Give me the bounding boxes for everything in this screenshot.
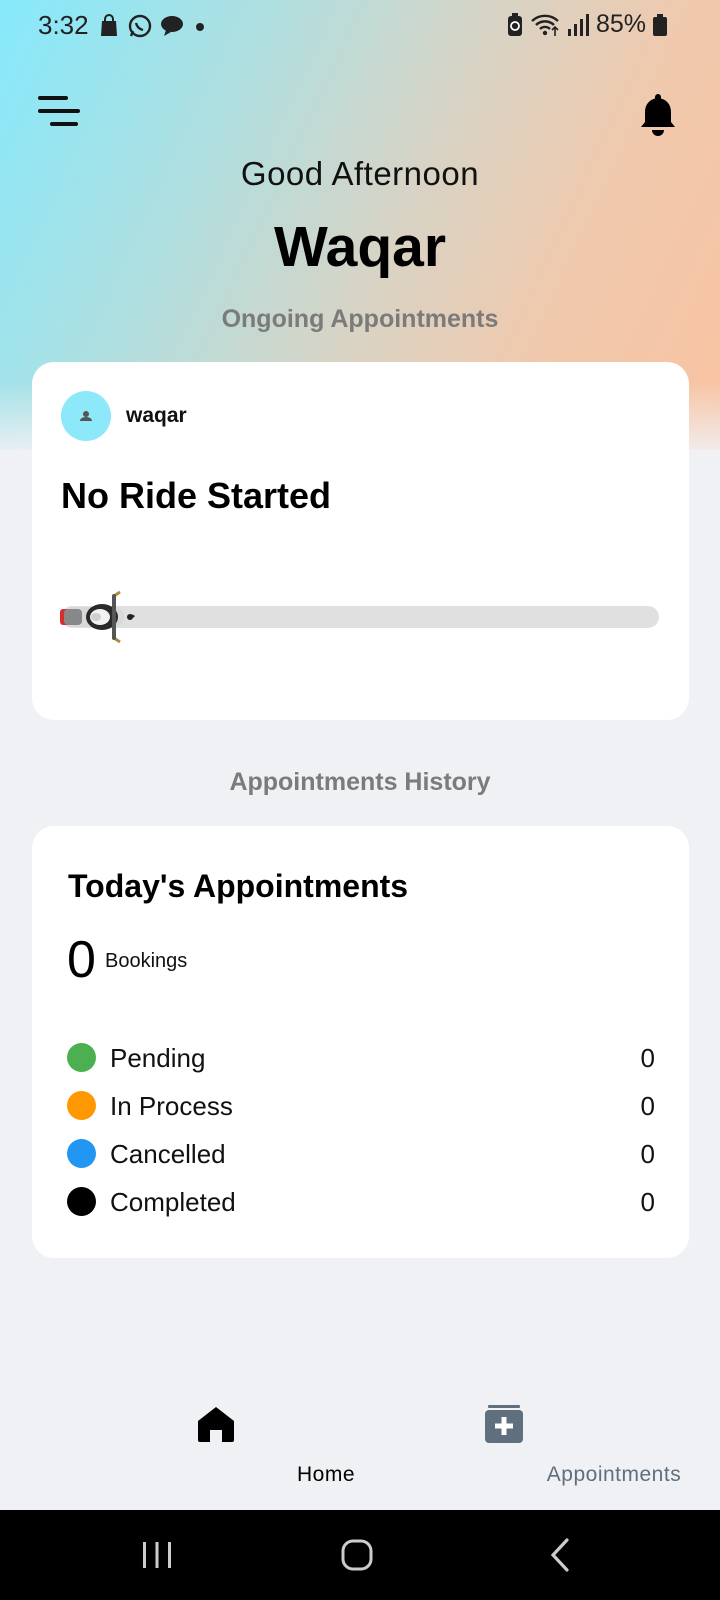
ride-status-title: No Ride Started [61,475,332,516]
completed-status-dot [67,1187,96,1216]
stat-row-pending: Pending 0 [67,1042,655,1074]
bottom-navigation: Home Appointments [0,1390,720,1510]
nav-item-appointments[interactable]: Appointments [394,1390,681,1490]
medical-box-icon [485,1405,523,1443]
chat-bubble-icon [161,16,183,36]
user-greeting-name: Waqar [273,215,447,279]
todays-appointments-card: Today's Appointments 0 Bookings Pending … [32,826,689,1258]
signal-icon [567,13,589,36]
menu-button[interactable] [38,96,80,130]
whatsapp-icon [128,14,152,38]
nav-label-appointments: Appointments [546,1463,682,1486]
menu-line-middle [38,109,80,113]
stat-value: 0 [640,1091,655,1121]
stat-label: Cancelled [110,1139,226,1169]
recent-apps-icon [143,1542,171,1568]
home-circle-icon [341,1539,373,1571]
status-time: 3:32 [38,10,89,40]
system-status-icons: 85% [506,10,668,39]
stat-row-cancelled: Cancelled 0 [67,1138,655,1170]
greeting-text: Good Afternoon [240,155,480,192]
stat-row-in-process: In Process 0 [67,1090,655,1122]
card-user-name: waqar [126,404,187,427]
ongoing-appointment-card[interactable]: waqar No Ride Started [32,362,689,720]
menu-line-bottom [50,122,78,126]
shopping-bag-icon [101,14,117,36]
stat-label: Pending [110,1043,206,1073]
status-bar: 3:32 85% [0,0,720,54]
stat-label: In Process [110,1091,233,1121]
nav-item-home[interactable]: Home [106,1390,355,1490]
battery-percentage: 85% [595,10,646,38]
home-icon [198,1407,234,1442]
home-system-button[interactable] [312,1510,402,1600]
wifi-icon [531,14,559,36]
stat-row-completed: Completed 0 [67,1186,655,1218]
ride-progress-track[interactable] [61,606,659,628]
cancelled-status-dot [67,1139,96,1168]
back-chevron-icon [550,1538,569,1572]
ongoing-appointments-label: Ongoing Appointments [221,305,499,333]
bell-icon [641,94,675,136]
user-icon [80,411,92,421]
battery-saver-icon [507,12,522,36]
stat-value: 0 [640,1043,655,1073]
notifications-button[interactable] [638,92,678,136]
back-button[interactable] [515,1510,605,1600]
pending-status-dot [67,1043,96,1072]
appointments-history-label: Appointments History [229,768,491,796]
stat-value: 0 [640,1187,655,1217]
scooter-rider-icon [60,590,135,644]
avatar [61,391,111,441]
stat-value: 0 [640,1139,655,1169]
todays-appointments-title: Today's Appointments [68,868,409,904]
notification-icons [98,13,209,39]
in-process-status-dot [67,1091,96,1120]
bookings-label: Bookings [105,950,188,972]
more-notifications-dot-icon [196,23,204,31]
system-navigation-bar [0,1510,720,1600]
stat-label: Completed [110,1187,236,1217]
bookings-count: 0 [67,931,96,989]
recent-apps-button[interactable] [112,1510,202,1600]
menu-line-top [38,96,68,100]
battery-icon [653,13,667,36]
